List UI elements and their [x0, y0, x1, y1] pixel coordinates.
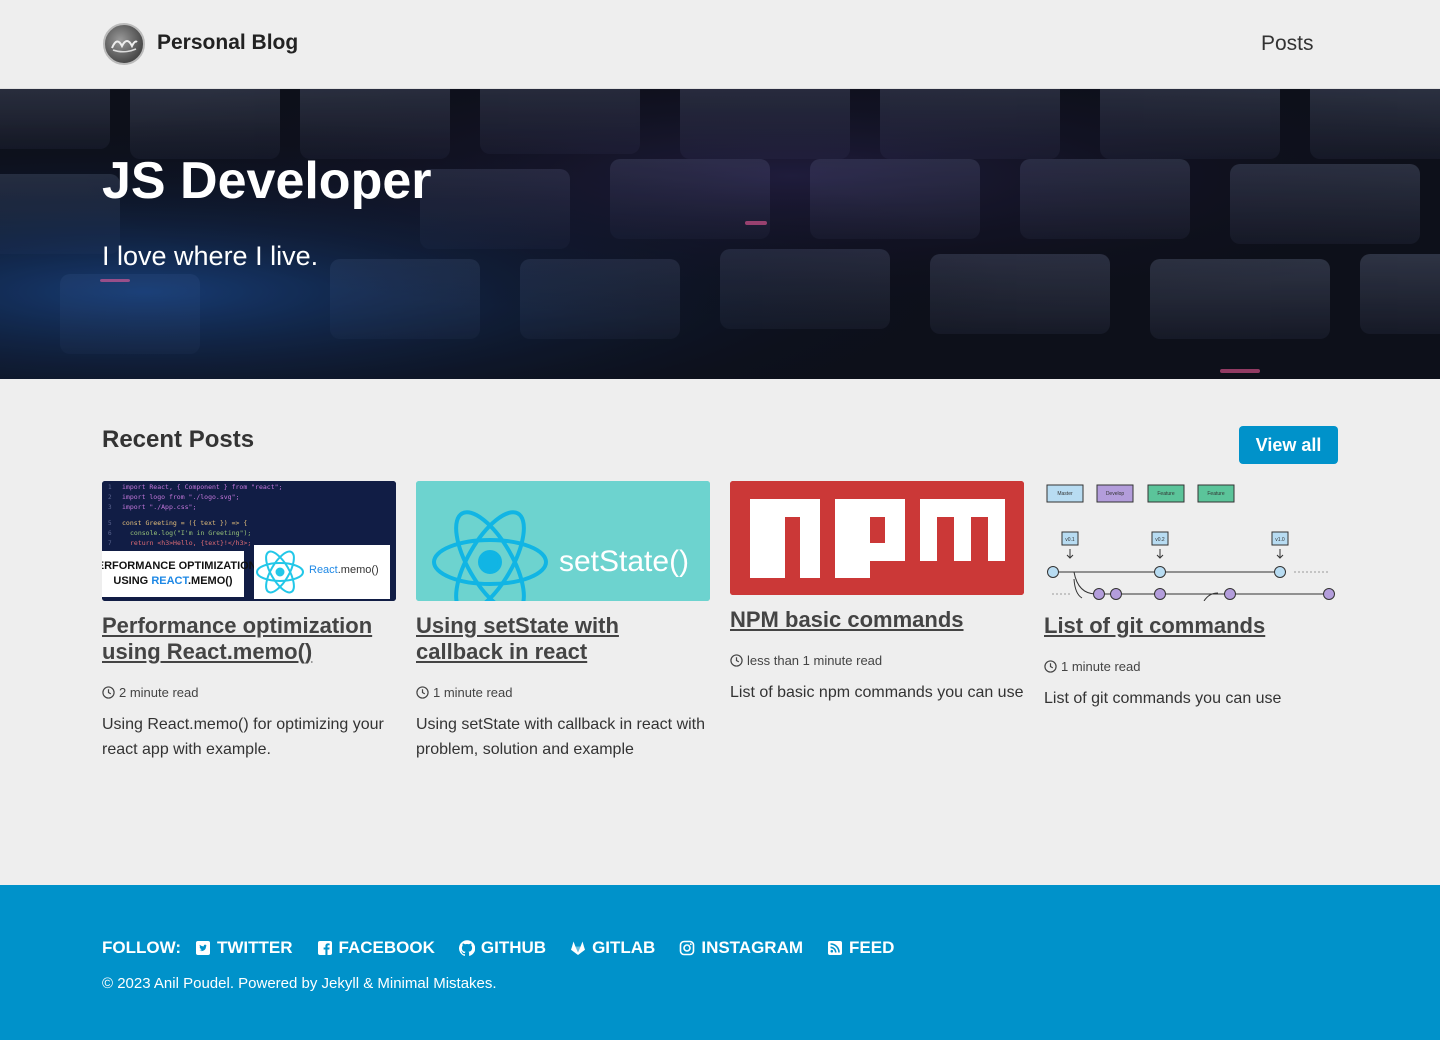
thumb-tag-label: v0.1: [1065, 537, 1075, 543]
view-all-button[interactable]: View all: [1239, 426, 1338, 464]
post-title[interactable]: NPM basic commands: [730, 607, 1024, 633]
site-logo[interactable]: [103, 23, 145, 65]
read-time: 1 minute read: [433, 685, 513, 700]
thumb-label: React.memo(): [309, 564, 379, 576]
hero-tagline: I love where I live.: [102, 241, 319, 271]
instagram-icon: [680, 940, 695, 956]
svg-text:import "./App.css";: import "./App.css";: [122, 503, 196, 511]
thumb-tag-label: v0.2: [1155, 537, 1165, 543]
footer-link-label: FEED: [849, 938, 895, 957]
rss-feed-icon: [828, 941, 843, 955]
footer-link-label: GITHUB: [480, 938, 547, 957]
svg-text:5: 5: [108, 520, 112, 527]
thumb-branch-label: Master: [1057, 491, 1073, 497]
thumb-branch-label: Develop: [1106, 491, 1125, 497]
svg-text:6: 6: [108, 530, 112, 537]
thumb-branch-label: Feature: [1157, 491, 1174, 497]
copyright-text: © 2023 Anil Poudel. Powered by Jekyll & …: [102, 975, 497, 992]
footer-link-instagram[interactable]: INSTAGRAM: [679, 938, 803, 958]
post-title[interactable]: Using setState with callback in react: [416, 613, 710, 665]
svg-text:PERFORMANCE OPTIMIZATION: PERFORMANCE OPTIMIZATION: [102, 560, 257, 572]
thumb-branch-label: Feature: [1207, 491, 1224, 497]
hero-banner: JS Developer I love where I live.: [0, 89, 1440, 379]
footer-link-feed[interactable]: FEED: [827, 938, 894, 958]
post-thumbnail-npm-logo[interactable]: [730, 481, 1024, 595]
follow-label: FOLLOW:: [102, 938, 181, 957]
footer-link-github[interactable]: GITHUB: [458, 938, 547, 958]
nav-item-posts[interactable]: Posts: [1261, 32, 1314, 56]
thumb-tag-label: v1.0: [1275, 537, 1285, 543]
post-excerpt: List of git commands you can use: [1044, 690, 1282, 707]
post-thumbnail-react-memo[interactable]: import React, { Component } from "react"…: [102, 481, 396, 601]
clock-icon: [102, 686, 115, 699]
post-thumbnail-git-flow[interactable]: Master Develop Feature Feature v0.1 v0.2…: [1044, 481, 1338, 601]
post-card: setState() Using setState with callback …: [416, 481, 710, 762]
post-excerpt: List of basic npm commands you can use: [730, 684, 1024, 701]
post-meta: less than 1 minute read: [730, 653, 1024, 668]
logo-mark-icon: [111, 40, 138, 53]
post-card: import React, { Component } from "react"…: [102, 481, 396, 762]
twitter-icon: [196, 941, 210, 955]
svg-text:import logo from "./logo.svg";: import logo from "./logo.svg";: [122, 493, 239, 501]
clock-icon: [1044, 660, 1057, 673]
svg-text:console.log("I'm in Greeting"): console.log("I'm in Greeting");: [130, 529, 251, 537]
read-time: 1 minute read: [1061, 659, 1141, 674]
recent-posts-heading: Recent Posts: [102, 426, 255, 453]
footer-link-facebook[interactable]: FACEBOOK: [317, 938, 435, 958]
svg-text:import React, { Component } fr: import React, { Component } from "react"…: [122, 483, 282, 491]
svg-text:const Greeting = ({ text }) =>: const Greeting = ({ text }) => {: [122, 519, 247, 527]
svg-text:USING REACT.MEMO(): USING REACT.MEMO(): [113, 575, 233, 587]
post-excerpt: Using setState with callback in react wi…: [416, 716, 706, 758]
post-card: Master Develop Feature Feature v0.1 v0.2…: [1044, 481, 1338, 711]
github-icon: [458, 940, 475, 956]
gitlab-icon: [571, 941, 586, 955]
footer-link-label: FACEBOOK: [338, 938, 435, 957]
footer-link-twitter[interactable]: TWITTER: [195, 938, 293, 958]
facebook-icon: [317, 941, 332, 955]
footer-link-label: INSTAGRAM: [701, 938, 804, 957]
footer-link-label: GITLAB: [592, 938, 656, 957]
masthead: Personal Blog Posts: [0, 0, 1440, 89]
page-footer: FOLLOW: TWITTER FACEBOOK GITHUB GITLAB I…: [0, 885, 1440, 1040]
read-time: 2 minute read: [119, 685, 199, 700]
post-meta: 1 minute read: [416, 685, 710, 700]
svg-text:1: 1: [108, 484, 112, 491]
svg-text:7: 7: [108, 540, 112, 547]
post-title[interactable]: List of git commands: [1044, 613, 1338, 639]
post-meta: 1 minute read: [1044, 659, 1338, 674]
post-excerpt: Using React.memo() for optimizing your r…: [102, 716, 384, 758]
clock-icon: [416, 686, 429, 699]
post-card: NPM basic commands less than 1 minute re…: [730, 481, 1024, 705]
svg-text:3: 3: [108, 504, 112, 511]
site-title[interactable]: Personal Blog: [157, 31, 298, 55]
post-meta: 2 minute read: [102, 685, 396, 700]
thumb-label: setState(): [559, 545, 689, 578]
footer-link-label: TWITTER: [217, 938, 293, 957]
svg-text:2: 2: [108, 494, 112, 501]
clock-icon: [730, 654, 743, 667]
read-time: less than 1 minute read: [747, 653, 883, 668]
post-title[interactable]: Performance optimization using React.mem…: [102, 613, 396, 665]
social-follow-bar: FOLLOW: TWITTER FACEBOOK GITHUB GITLAB I…: [102, 938, 918, 958]
hero-title: JS Developer: [102, 152, 432, 210]
svg-text:return <h3>Hello, {text}!</h3>: return <h3>Hello, {text}!</h3>;: [130, 539, 251, 547]
post-thumbnail-setstate[interactable]: setState(): [416, 481, 710, 601]
keyboard-background-image: [0, 89, 1440, 379]
footer-link-gitlab[interactable]: GITLAB: [570, 938, 655, 958]
